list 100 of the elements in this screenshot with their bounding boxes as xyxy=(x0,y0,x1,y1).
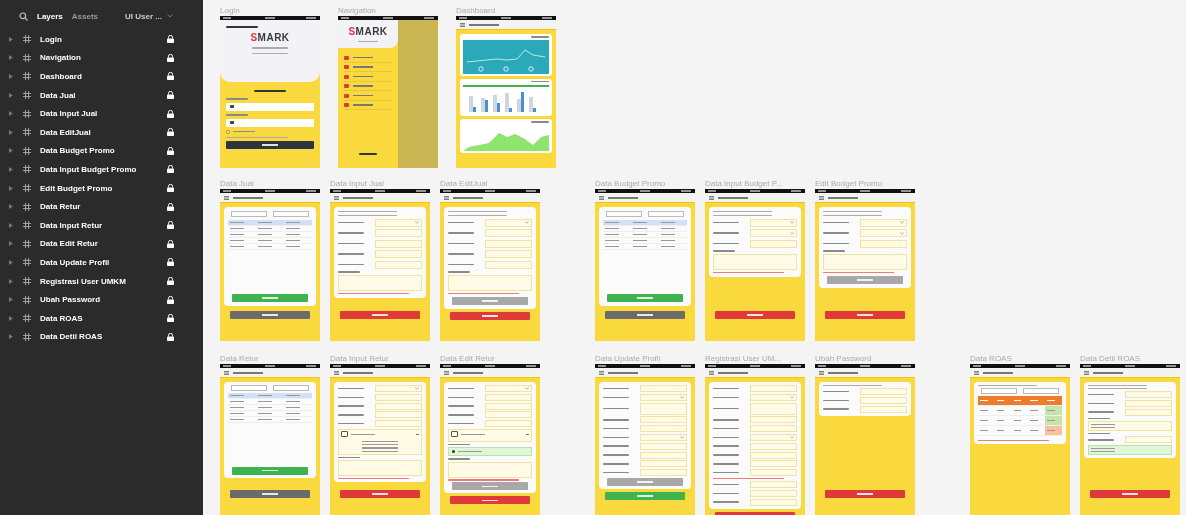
select-field[interactable] xyxy=(750,393,797,401)
input-field[interactable] xyxy=(485,420,532,428)
menu-item[interactable] xyxy=(344,91,392,101)
input-field[interactable] xyxy=(1125,408,1172,416)
select-field[interactable] xyxy=(648,211,684,217)
select-field[interactable] xyxy=(485,385,532,392)
select-field[interactable] xyxy=(231,211,267,217)
text-area[interactable] xyxy=(823,253,907,270)
input-field[interactable] xyxy=(860,239,907,248)
layer-item[interactable]: Ubah Password xyxy=(7,290,203,309)
input-field[interactable] xyxy=(375,393,422,401)
layer-item[interactable]: Dashboard xyxy=(7,67,203,86)
layer-item[interactable]: Navigation xyxy=(7,48,203,68)
text-area[interactable] xyxy=(338,460,422,477)
input-field[interactable] xyxy=(640,460,687,468)
input-field[interactable] xyxy=(375,229,422,238)
text-area[interactable] xyxy=(338,274,422,291)
select-field[interactable] xyxy=(1023,388,1059,395)
dropdown[interactable] xyxy=(338,429,422,455)
input-field[interactable] xyxy=(640,385,687,392)
text-field[interactable] xyxy=(226,118,314,127)
menu-item[interactable] xyxy=(344,100,392,111)
layers-tab[interactable]: Assets xyxy=(71,11,99,21)
input-field[interactable] xyxy=(485,411,532,419)
input-field[interactable] xyxy=(375,239,422,248)
select-field[interactable] xyxy=(606,211,642,217)
input-field[interactable] xyxy=(375,250,422,259)
page-selector[interactable]: UI User ... xyxy=(125,11,173,21)
select-field[interactable] xyxy=(860,218,907,227)
input-field[interactable] xyxy=(640,425,687,433)
layer-item[interactable]: Data Update Profil xyxy=(7,253,203,272)
text-field[interactable] xyxy=(226,103,314,111)
select-field[interactable] xyxy=(750,229,797,238)
text-area[interactable] xyxy=(448,274,532,291)
select-field[interactable] xyxy=(231,385,267,391)
layer-item[interactable]: Registrasi User UMKM xyxy=(7,271,203,291)
input-field[interactable] xyxy=(860,405,907,413)
layer-item[interactable]: Data Retur xyxy=(7,197,203,216)
text-area[interactable] xyxy=(713,253,797,270)
input-field[interactable] xyxy=(750,481,797,489)
input-field[interactable] xyxy=(860,396,907,404)
layer-item[interactable]: Data Detil ROAS xyxy=(7,327,203,347)
input-field[interactable] xyxy=(640,402,687,415)
input-field[interactable] xyxy=(640,442,687,450)
input-field[interactable] xyxy=(375,411,422,419)
select-field[interactable] xyxy=(273,385,309,391)
menu-item[interactable] xyxy=(344,62,392,73)
input-field[interactable] xyxy=(750,239,797,248)
input-field[interactable] xyxy=(485,393,532,401)
input-field[interactable] xyxy=(485,239,532,248)
select-field[interactable] xyxy=(485,218,532,227)
layer-item[interactable]: Data Jual xyxy=(7,85,203,105)
select-field[interactable] xyxy=(375,218,422,227)
menu-item[interactable] xyxy=(344,81,392,92)
input-field[interactable] xyxy=(750,416,797,424)
input-field[interactable] xyxy=(1125,436,1172,444)
layers-tab[interactable]: Layers xyxy=(37,11,63,21)
input-field[interactable] xyxy=(485,229,532,238)
layer-item[interactable]: Data Budget Promo xyxy=(7,141,203,161)
select-field[interactable] xyxy=(860,229,907,238)
action-button[interactable] xyxy=(226,140,314,149)
input-field[interactable] xyxy=(375,420,422,428)
layer-item[interactable]: Data Input Budget Promo xyxy=(7,160,203,179)
text-area[interactable] xyxy=(448,461,532,478)
select-field[interactable] xyxy=(981,388,1017,395)
action-button[interactable] xyxy=(230,490,310,498)
select-field[interactable] xyxy=(375,385,422,392)
input-field[interactable] xyxy=(1125,400,1172,407)
select-field[interactable] xyxy=(750,218,797,227)
input-field[interactable] xyxy=(750,442,797,450)
input-field[interactable] xyxy=(640,451,687,459)
input-field[interactable] xyxy=(375,402,422,410)
input-field[interactable] xyxy=(750,385,797,392)
layer-item[interactable]: Data ROAS xyxy=(7,308,203,328)
dropdown[interactable] xyxy=(448,429,532,442)
action-button[interactable] xyxy=(605,311,685,319)
input-field[interactable] xyxy=(1125,391,1172,399)
input-field[interactable] xyxy=(485,402,532,410)
layer-item[interactable]: Data EditJual xyxy=(7,122,203,142)
input-field[interactable] xyxy=(860,388,907,396)
input-field[interactable] xyxy=(750,402,797,415)
input-field[interactable] xyxy=(485,250,532,259)
select-field[interactable] xyxy=(273,211,309,217)
status-select[interactable] xyxy=(448,447,532,457)
input-field[interactable] xyxy=(750,451,797,459)
layer-item[interactable]: Data Edit Retur xyxy=(7,234,203,254)
layer-item[interactable]: Edit Budget Promo xyxy=(7,178,203,198)
layer-item[interactable]: Login xyxy=(7,30,203,49)
input-field[interactable] xyxy=(750,469,797,477)
input-field[interactable] xyxy=(640,469,687,477)
input-field[interactable] xyxy=(640,416,687,424)
input-field[interactable] xyxy=(750,498,797,506)
menu-item[interactable] xyxy=(344,72,392,82)
layer-item[interactable]: Data Input Retur xyxy=(7,215,203,235)
input-field[interactable] xyxy=(375,260,422,269)
input-field[interactable] xyxy=(750,460,797,468)
menu-item[interactable] xyxy=(344,53,392,63)
select-field[interactable] xyxy=(640,393,687,401)
input-field[interactable] xyxy=(485,260,532,269)
layer-item[interactable]: Data Input Jual xyxy=(7,104,203,123)
